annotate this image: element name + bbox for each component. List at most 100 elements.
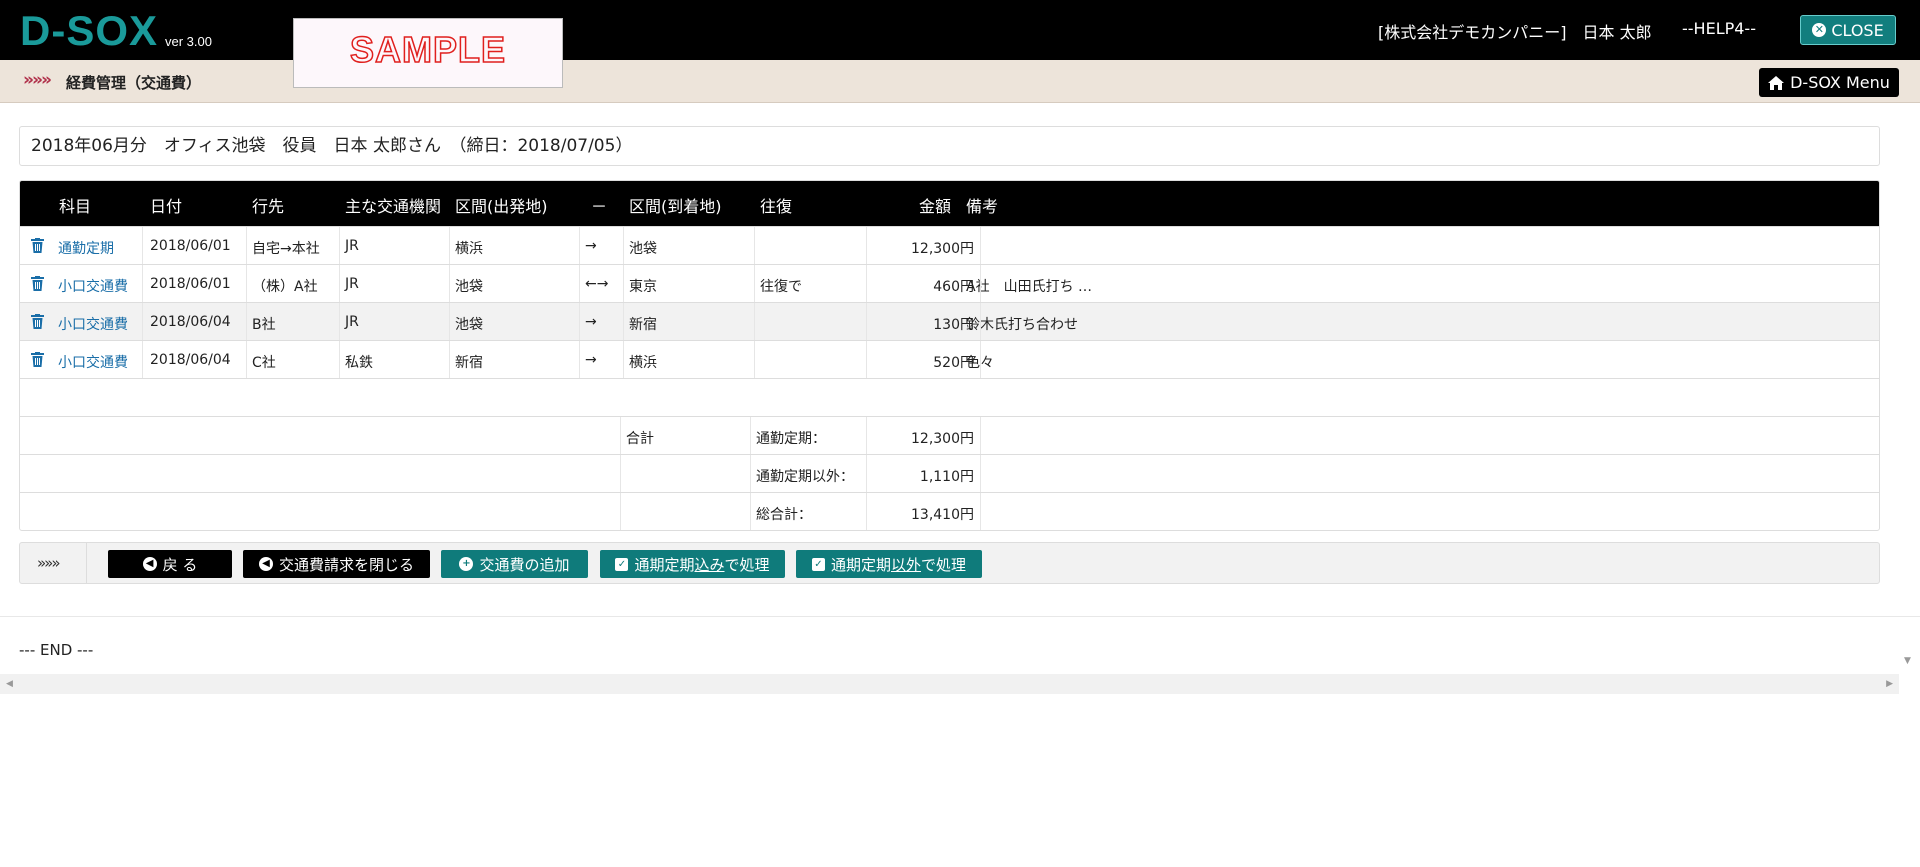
empty-row: [20, 378, 1879, 416]
close-icon: ✕: [1812, 23, 1827, 37]
row-to: 東京: [629, 279, 657, 295]
app-version: ver 3.00: [165, 34, 212, 49]
arrow-left-icon: ◀: [142, 557, 157, 571]
app-logo: D-SOX: [20, 7, 159, 54]
row-from: 横浜: [455, 241, 483, 257]
row-note: A社 山田氏打ち …: [966, 279, 1093, 295]
home-icon: [1768, 75, 1785, 90]
row-dir: ←→: [585, 276, 609, 292]
row-date: 2018/06/04: [150, 314, 231, 330]
table-row: 通勤定期 2018/06/01 自宅→本社 JR 横浜 → 池袋 12,300円: [20, 226, 1879, 264]
header-transport: 主な交通機関: [345, 197, 442, 216]
sample-watermark: SAMPLE: [293, 18, 563, 88]
close-request-label: 交通費請求を閉じる: [278, 555, 414, 574]
action-divider: [86, 543, 87, 583]
header-destination: 行先: [252, 197, 285, 216]
row-transport: JR: [345, 276, 359, 292]
header-roundtrip: 往復: [760, 197, 793, 216]
scroll-right-icon[interactable]: ▶: [1886, 679, 1893, 689]
row-destination: 自宅→本社: [252, 241, 320, 257]
back-button[interactable]: ◀ 戻 る: [108, 550, 232, 578]
dsox-menu-label: D-SOX Menu: [1790, 73, 1890, 92]
row-from: 池袋: [455, 317, 483, 333]
breadcrumb-arrows-icon: »»»: [23, 70, 52, 90]
arrow-left-icon: ◀: [258, 557, 273, 571]
divider: [0, 616, 1920, 617]
add-expense-label: 交通費の追加: [479, 555, 570, 574]
user-info: [株式会社デモカンパニー] 日本 太郎: [1378, 23, 1652, 42]
dsox-menu-button[interactable]: D-SOX Menu: [1759, 68, 1899, 97]
other-total-label: 通勤定期以外：: [756, 469, 854, 485]
row-from: 池袋: [455, 279, 483, 295]
horizontal-scrollbar[interactable]: ◀ ▶: [0, 674, 1899, 694]
add-expense-button[interactable]: + 交通費の追加: [441, 550, 588, 578]
row-subject-link[interactable]: 通勤定期: [58, 238, 114, 258]
total-row-other: 通勤定期以外： 1,110円: [20, 454, 1879, 492]
row-amount: 460円: [933, 279, 974, 295]
row-roundtrip: 往復で: [760, 279, 802, 295]
header-subject: 科目: [59, 197, 92, 216]
row-from: 新宿: [455, 355, 483, 371]
trash-icon[interactable]: [31, 238, 44, 253]
row-date: 2018/06/04: [150, 352, 231, 368]
row-transport: JR: [345, 238, 359, 254]
header-amount: 金額: [919, 197, 952, 216]
table-header: 科目 日付 行先 主な交通機関 区間(出発地) － 区間(到着地) 往復 金額 …: [20, 181, 1879, 226]
row-dir: →: [585, 314, 597, 330]
process-with-commute-label: 通期定期込みで処理: [634, 555, 770, 574]
table-row: 小口交通費 2018/06/04 B社 JR 池袋 → 新宿 130円 鈴木氏打ち合わせ: [20, 302, 1879, 340]
grand-total-label: 総合計：: [756, 507, 812, 523]
header-date: 日付: [150, 197, 183, 216]
other-total-value: 1,110円: [919, 469, 974, 485]
row-date: 2018/06/01: [150, 276, 231, 292]
row-amount: 12,300円: [911, 241, 974, 257]
process-without-commute-button[interactable]: ✓ 通期定期以外で処理: [796, 550, 982, 578]
total-row-commute: 合計 通勤定期： 12,300円: [20, 416, 1879, 454]
row-subject-link[interactable]: 小口交通費: [58, 314, 128, 334]
row-destination: C社: [252, 355, 276, 371]
sample-label: SAMPLE: [349, 28, 506, 71]
scroll-left-icon[interactable]: ◀: [6, 679, 13, 689]
header-to: 区間(到着地): [629, 197, 722, 216]
row-transport: 私鉄: [345, 355, 373, 371]
row-subject-link[interactable]: 小口交通費: [58, 352, 128, 372]
process-with-commute-button[interactable]: ✓ 通期定期込みで処理: [600, 550, 785, 578]
row-destination: B社: [252, 317, 276, 333]
grand-total-value: 13,410円: [911, 507, 974, 523]
top-header: D-SOX ver 3.00 [株式会社デモカンパニー] 日本 太郎 --HEL…: [0, 0, 1920, 60]
checkbox-icon: ✓: [615, 557, 629, 571]
row-subject-link[interactable]: 小口交通費: [58, 276, 128, 296]
header-note: 備考: [966, 197, 999, 216]
row-to: 新宿: [629, 317, 657, 333]
table-row: 小口交通費 2018/06/01 （株）A社 JR 池袋 ←→ 東京 往復で 460円 A社 山田…: [20, 264, 1879, 302]
end-marker: --- END ---: [19, 641, 94, 659]
trash-icon[interactable]: [31, 314, 44, 329]
close-request-button[interactable]: ◀ 交通費請求を閉じる: [243, 550, 430, 578]
row-amount: 130円: [933, 317, 974, 333]
close-button-label: CLOSE: [1831, 20, 1884, 40]
header-dash: －: [591, 197, 608, 216]
row-note: 鈴木氏打ち合わせ: [966, 317, 1078, 333]
sub-header: »»» 経費管理（交通費）: [0, 60, 1920, 103]
expense-table: 科目 日付 行先 主な交通機関 区間(出発地) － 区間(到着地) 往復 金額 …: [19, 180, 1880, 531]
trash-icon[interactable]: [31, 352, 44, 367]
back-button-label: 戻 る: [162, 555, 198, 574]
row-to: 池袋: [629, 241, 657, 257]
total-row-grand: 総合計： 13,410円: [20, 492, 1879, 530]
help-link[interactable]: --HELP4--: [1682, 19, 1756, 38]
row-destination: （株）A社: [252, 279, 318, 295]
action-bar: »»» ◀ 戻 る ◀ 交通費請求を閉じる + 交通費の追加 ✓ 通期定期込みで…: [19, 542, 1880, 584]
plus-icon: +: [459, 557, 474, 571]
scroll-down-icon[interactable]: ▼: [1904, 656, 1911, 666]
table-row: 小口交通費 2018/06/04 C社 私鉄 新宿 → 横浜 520円 色々: [20, 340, 1879, 378]
action-arrows-icon: »»»: [37, 554, 61, 572]
row-transport: JR: [345, 314, 359, 330]
row-amount: 520円: [933, 355, 974, 371]
trash-icon[interactable]: [31, 276, 44, 291]
row-date: 2018/06/01: [150, 238, 231, 254]
close-button[interactable]: ✕ CLOSE: [1800, 15, 1896, 45]
header-from: 区間(出発地): [455, 197, 548, 216]
period-info: 2018年06月分 オフィス池袋 役員 日本 太郎さん （締日：2018/07/…: [19, 126, 1880, 166]
checkbox-icon: ✓: [811, 557, 825, 571]
row-dir: →: [585, 352, 597, 368]
